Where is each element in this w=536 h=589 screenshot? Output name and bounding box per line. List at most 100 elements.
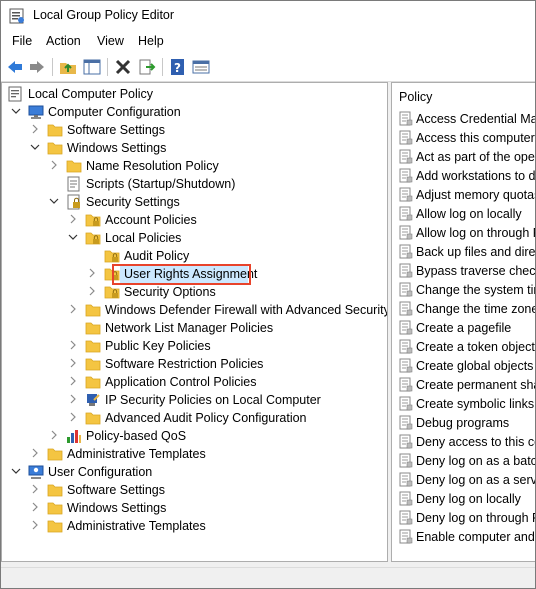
tree-item-label: Windows Settings — [67, 501, 167, 515]
policy-row[interactable]: Deny log on locally — [392, 490, 535, 509]
tree-item-software-restriction-policies[interactable]: Software Restriction Policies — [2, 355, 387, 373]
policy-row[interactable]: Create permanent shar — [392, 376, 535, 395]
tree-item-software-settings[interactable]: Software Settings — [2, 121, 387, 139]
policy-name: Enable computer and u — [416, 530, 536, 544]
policy-row[interactable]: Debug programs — [392, 414, 535, 433]
tree-item-windows-settings[interactable]: Windows Settings — [2, 139, 387, 157]
policy-icon — [399, 415, 413, 430]
chevron-right-icon[interactable] — [49, 430, 59, 440]
policy-icon — [399, 301, 413, 316]
chevron-down-icon[interactable] — [11, 466, 21, 476]
menu-help[interactable]: Help — [137, 34, 165, 48]
tree-item-security-settings[interactable]: Security Settings — [2, 193, 387, 211]
tree-item-administrative-templates[interactable]: Administrative Templates — [2, 517, 387, 535]
chevron-right-icon[interactable] — [68, 304, 78, 314]
tree-item-label: Windows Settings — [67, 141, 167, 155]
chevron-right-icon[interactable] — [30, 502, 40, 512]
tree-item-public-key-policies[interactable]: Public Key Policies — [2, 337, 387, 355]
chevron-right-icon[interactable] — [68, 358, 78, 368]
menu-file[interactable]: File — [11, 34, 33, 48]
chevron-right-icon[interactable] — [30, 484, 40, 494]
chevron-down-icon[interactable] — [30, 142, 40, 152]
column-header-policy[interactable]: Policy — [392, 83, 535, 110]
tree-item-scripts-startup-shutdown[interactable]: Scripts (Startup/Shutdown) — [2, 175, 387, 193]
policy-row[interactable]: Create a pagefile — [392, 319, 535, 338]
chevron-right-icon[interactable] — [68, 412, 78, 422]
folder-icon — [85, 304, 101, 317]
policy-row[interactable]: Change the time zone — [392, 300, 535, 319]
policy-row[interactable]: Back up files and direct — [392, 243, 535, 262]
menu-view[interactable]: View — [96, 34, 125, 48]
tree-item-label: Account Policies — [105, 213, 197, 227]
policy-icon — [399, 149, 413, 164]
policy-row[interactable]: Create a token object — [392, 338, 535, 357]
policy-row[interactable]: Allow log on locally — [392, 205, 535, 224]
chevron-right-icon[interactable] — [30, 124, 40, 134]
policy-row[interactable]: Add workstations to do — [392, 167, 535, 186]
tree-item-windows-defender-firewall-with-advanced-security[interactable]: Windows Defender Firewall with Advanced … — [2, 301, 387, 319]
chevron-right-icon[interactable] — [87, 286, 97, 296]
show-hide-tree-icon[interactable] — [83, 58, 101, 76]
title-bar[interactable]: Local Group Policy Editor — [1, 1, 535, 31]
help-icon[interactable]: ? — [169, 58, 187, 76]
tree-item-computer-configuration[interactable]: Computer Configuration — [2, 103, 387, 121]
chevron-right-icon[interactable] — [30, 448, 40, 458]
chevron-right-icon[interactable] — [49, 160, 59, 170]
tree-item-audit-policy[interactable]: Audit Policy — [2, 247, 387, 265]
policy-name: Create a token object — [416, 340, 535, 354]
chevron-down-icon[interactable] — [68, 232, 78, 242]
policy-icon — [399, 453, 413, 468]
tree-item-name-resolution-policy[interactable]: Name Resolution Policy — [2, 157, 387, 175]
tree-item-user-configuration[interactable]: User Configuration — [2, 463, 387, 481]
chevron-right-icon[interactable] — [68, 340, 78, 350]
up-folder-icon[interactable] — [59, 58, 77, 76]
properties-icon[interactable] — [192, 58, 210, 76]
chevron-right-icon[interactable] — [68, 214, 78, 224]
policy-row[interactable]: Bypass traverse checkin — [392, 262, 535, 281]
menu-action[interactable]: Action — [45, 34, 82, 48]
tree-item-label: IP Security Policies on Local Computer — [105, 393, 321, 407]
chevron-right-icon[interactable] — [87, 268, 97, 278]
tree-item-local-computer-policy[interactable]: Local Computer Policy — [2, 85, 387, 103]
policy-row[interactable]: Access Credential Mana — [392, 110, 535, 129]
policy-row[interactable]: Create symbolic links — [392, 395, 535, 414]
policy-row[interactable]: Change the system tim — [392, 281, 535, 300]
console-tree-pane[interactable]: Local Computer Policy Computer Configurat… — [1, 82, 388, 562]
chevron-right-icon[interactable] — [68, 376, 78, 386]
tree-item-application-control-policies[interactable]: Application Control Policies — [2, 373, 387, 391]
tree-item-local-policies[interactable]: Local Policies — [2, 229, 387, 247]
policy-list-pane[interactable]: Policy Access Credential Mana Access this… — [391, 82, 536, 562]
locked-folder-icon — [85, 232, 101, 245]
tree-item-security-options[interactable]: Security Options — [2, 283, 387, 301]
policy-row[interactable]: Create global objects — [392, 357, 535, 376]
chevron-down-icon[interactable] — [49, 196, 59, 206]
chevron-right-icon[interactable] — [68, 394, 78, 404]
tree-item-windows-settings[interactable]: Windows Settings — [2, 499, 387, 517]
tree-item-advanced-audit-policy-configuration[interactable]: Advanced Audit Policy Configuration — [2, 409, 387, 427]
tree-item-account-policies[interactable]: Account Policies — [2, 211, 387, 229]
tree-item-network-list-manager-policies[interactable]: Network List Manager Policies — [2, 319, 387, 337]
tree-item-administrative-templates[interactable]: Administrative Templates — [2, 445, 387, 463]
policy-icon — [399, 358, 413, 373]
policy-row[interactable]: Deny log on as a servic — [392, 471, 535, 490]
tree-item-policy-based-qos[interactable]: Policy-based QoS — [2, 427, 387, 445]
policy-row[interactable]: Access this computer fr — [392, 129, 535, 148]
chevron-down-icon[interactable] — [11, 106, 21, 116]
chevron-right-icon[interactable] — [30, 520, 40, 530]
delete-icon[interactable] — [114, 58, 132, 76]
policy-row[interactable]: Act as part of the opera — [392, 148, 536, 167]
policy-row[interactable]: Deny log on through R — [392, 509, 535, 528]
forward-icon[interactable] — [28, 58, 46, 76]
policy-row[interactable]: Enable computer and u — [392, 528, 536, 547]
tree-item-software-settings[interactable]: Software Settings — [2, 481, 387, 499]
back-icon[interactable] — [6, 58, 24, 76]
policy-row[interactable]: Adjust memory quotas — [392, 186, 535, 205]
policy-name: Act as part of the opera — [416, 150, 536, 164]
policy-row[interactable]: Deny log on as a batch — [392, 452, 535, 471]
folder-icon — [47, 520, 63, 533]
computer-policy-icon — [8, 86, 22, 102]
policy-row[interactable]: Deny access to this cor — [392, 433, 535, 452]
tree-item-ip-security-policies-on-local-computer[interactable]: IP Security Policies on Local Computer — [2, 391, 387, 409]
policy-row[interactable]: Allow log on through R — [392, 224, 535, 243]
export-list-icon[interactable] — [138, 58, 156, 76]
